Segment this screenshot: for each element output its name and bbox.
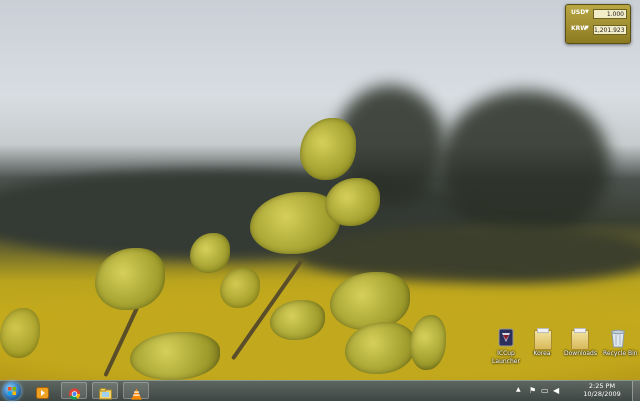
network-icon[interactable]: ▭ bbox=[541, 386, 549, 395]
currency-amount-field[interactable]: 1,201.923 bbox=[593, 25, 627, 35]
desktop-icon-label: Recycle Bin bbox=[603, 350, 638, 357]
chevron-down-icon[interactable]: ▼ bbox=[585, 9, 589, 15]
iccup-launcher-icon bbox=[496, 327, 516, 349]
desktop-icon-downloads[interactable]: Downloads bbox=[564, 327, 597, 358]
desktop-wallpaper: USD ▼ 1.000 KRW ▼ 1,201.923 ICCup Launch… bbox=[0, 0, 640, 380]
currency-code[interactable]: USD bbox=[571, 9, 585, 16]
volume-icon[interactable]: ◀ bbox=[553, 386, 559, 395]
chrome-icon bbox=[68, 385, 81, 400]
gadget-row-from: USD ▼ 1.000 bbox=[569, 8, 627, 21]
desktop-icon-iccup-launcher[interactable]: ICCup Launcher bbox=[491, 327, 521, 366]
windows-media-player-icon bbox=[36, 384, 49, 399]
folder-icon bbox=[532, 327, 552, 350]
windows-logo-icon bbox=[8, 387, 16, 395]
gadget-row-to: KRW ▼ 1,201.923 bbox=[569, 24, 627, 37]
currency-amount-field[interactable]: 1.000 bbox=[593, 9, 627, 19]
show-hidden-icons-arrow[interactable]: ▲ bbox=[516, 386, 521, 393]
chevron-down-icon[interactable]: ▼ bbox=[585, 25, 589, 31]
taskbar-pin-media-player[interactable] bbox=[30, 382, 56, 399]
desktop-icon-recycle-bin[interactable]: Recycle Bin bbox=[603, 327, 638, 358]
explorer-icon bbox=[99, 385, 112, 400]
taskbar-pin-chrome[interactable] bbox=[61, 382, 87, 400]
show-desktop-button[interactable] bbox=[632, 381, 640, 401]
desktop-icon-korea[interactable]: Korea bbox=[527, 327, 557, 358]
taskbar-pin-vlc[interactable] bbox=[123, 382, 149, 400]
vlc-icon bbox=[130, 385, 143, 400]
desktop-icon-label: ICCup Launcher bbox=[492, 350, 520, 365]
clock[interactable]: 2:25 PM 10/28/2009 bbox=[582, 382, 622, 398]
desktop-icon-label: Downloads bbox=[564, 350, 597, 357]
clock-time: 2:25 PM bbox=[588, 382, 616, 390]
system-tray: ▲ ⚑ ▭ ◀ 2:25 PM 10/28/2009 bbox=[512, 381, 632, 401]
currency-converter-gadget[interactable]: USD ▼ 1.000 KRW ▼ 1,201.923 bbox=[565, 4, 631, 44]
desktop-icon-label: Korea bbox=[533, 350, 551, 357]
clock-date: 10/28/2009 bbox=[583, 390, 621, 398]
ginkgo-leaf bbox=[190, 233, 230, 273]
folder-icon bbox=[569, 327, 589, 350]
action-center-flag-icon[interactable]: ⚑ bbox=[529, 386, 536, 395]
start-button[interactable] bbox=[3, 382, 21, 400]
taskbar-pin-explorer[interactable] bbox=[92, 382, 118, 400]
taskbar: ▲ ⚑ ▭ ◀ 2:25 PM 10/28/2009 bbox=[0, 380, 640, 401]
recycle-bin-icon bbox=[608, 327, 628, 349]
wallpaper-tree-right bbox=[440, 90, 610, 240]
